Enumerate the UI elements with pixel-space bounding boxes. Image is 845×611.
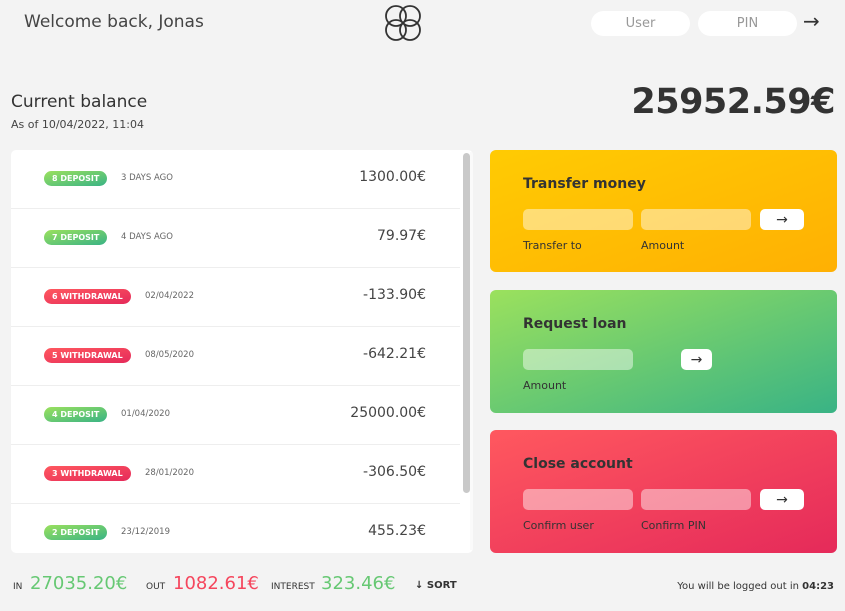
logout-timer: You will be logged out in 04:23	[677, 581, 834, 592]
movement-date: 28/01/2020	[145, 468, 194, 478]
close-submit-button[interactable]: →	[760, 489, 804, 510]
movement-row: 6 withdrawal 02/04/2022 -133.90€	[11, 268, 460, 327]
movement-type-badge: 8 deposit	[44, 171, 108, 186]
close-title: Close account	[523, 456, 633, 472]
loan-amount-input[interactable]	[523, 349, 633, 370]
summary-interest-value: 323.46€	[321, 573, 396, 594]
loan-title: Request loan	[523, 316, 627, 332]
login-user-input[interactable]	[591, 11, 690, 36]
movement-row: 7 deposit 4 days ago 79.97€	[11, 209, 460, 268]
loan-submit-button[interactable]: →	[681, 349, 712, 370]
summary-in-value: 27035.20€	[30, 573, 128, 594]
movement-type-badge: 6 withdrawal	[44, 289, 131, 304]
transfer-to-label: Transfer to	[523, 239, 582, 252]
loan-panel: Request loan → Amount	[490, 290, 837, 413]
movement-type-badge: 3 withdrawal	[44, 466, 131, 481]
login-pin-input[interactable]	[698, 11, 797, 36]
movement-date: 02/04/2022	[145, 291, 194, 301]
movement-row: 2 deposit 23/12/2019 455.23€	[11, 504, 460, 553]
login-button[interactable]: →	[803, 9, 820, 33]
logout-timer-text: You will be logged out in	[677, 581, 799, 592]
balance-value: 25952.59€	[631, 82, 835, 122]
logout-timer-time: 04:23	[802, 581, 834, 592]
scrollbar-thumb[interactable]	[463, 153, 470, 493]
movement-value: 25000.00€	[350, 405, 426, 421]
movement-value: -306.50€	[363, 464, 426, 480]
movement-date: 01/04/2020	[121, 409, 170, 419]
transfer-title: Transfer money	[523, 176, 646, 192]
movement-value: 455.23€	[368, 523, 426, 539]
movement-type-badge: 2 deposit	[44, 525, 108, 540]
movement-date: 23/12/2019	[121, 527, 170, 537]
movement-value: -133.90€	[363, 287, 426, 303]
movement-type-badge: 7 deposit	[44, 230, 108, 245]
close-user-label: Confirm user	[523, 519, 594, 532]
close-panel: Close account → Confirm user Confirm PIN	[490, 430, 837, 553]
movement-row: 8 deposit 3 days ago 1300.00€	[11, 150, 460, 209]
sort-button[interactable]: ↓ SORT	[415, 580, 457, 591]
movement-row: 3 withdrawal 28/01/2020 -306.50€	[11, 445, 460, 504]
movement-value: -642.21€	[363, 346, 426, 362]
movement-date: 3 days ago	[121, 173, 173, 183]
movement-date: 4 days ago	[121, 232, 173, 242]
movement-row: 4 deposit 01/04/2020 25000.00€	[11, 386, 460, 445]
summary-in-label: In	[13, 582, 23, 592]
summary-interest-label: Interest	[271, 582, 315, 592]
transfer-to-input[interactable]	[523, 209, 633, 230]
logo-icon	[385, 5, 421, 41]
movement-value: 1300.00€	[359, 169, 426, 185]
summary-out-value: 1082.61€	[173, 573, 259, 594]
scrollbar-track[interactable]	[470, 152, 473, 550]
movements-list[interactable]: 8 deposit 3 days ago 1300.00€ 7 deposit …	[11, 150, 473, 553]
transfer-submit-button[interactable]: →	[760, 209, 804, 230]
close-pin-label: Confirm PIN	[641, 519, 706, 532]
transfer-amount-label: Amount	[641, 239, 685, 252]
movement-type-badge: 4 deposit	[44, 407, 108, 422]
summary-out-label: Out	[146, 582, 166, 592]
balance-label: Current balance	[11, 92, 148, 112]
movement-date: 08/05/2020	[145, 350, 194, 360]
transfer-panel: Transfer money → Transfer to Amount	[490, 150, 837, 272]
close-pin-input[interactable]	[641, 489, 751, 510]
movement-value: 79.97€	[377, 228, 426, 244]
movement-row: 5 withdrawal 08/05/2020 -642.21€	[11, 327, 460, 386]
loan-amount-label: Amount	[523, 379, 567, 392]
welcome-message: Welcome back, Jonas	[24, 12, 204, 32]
close-user-input[interactable]	[523, 489, 633, 510]
balance-date: As of 10/04/2022, 11:04	[11, 118, 144, 131]
transfer-amount-input[interactable]	[641, 209, 751, 230]
movement-type-badge: 5 withdrawal	[44, 348, 131, 363]
